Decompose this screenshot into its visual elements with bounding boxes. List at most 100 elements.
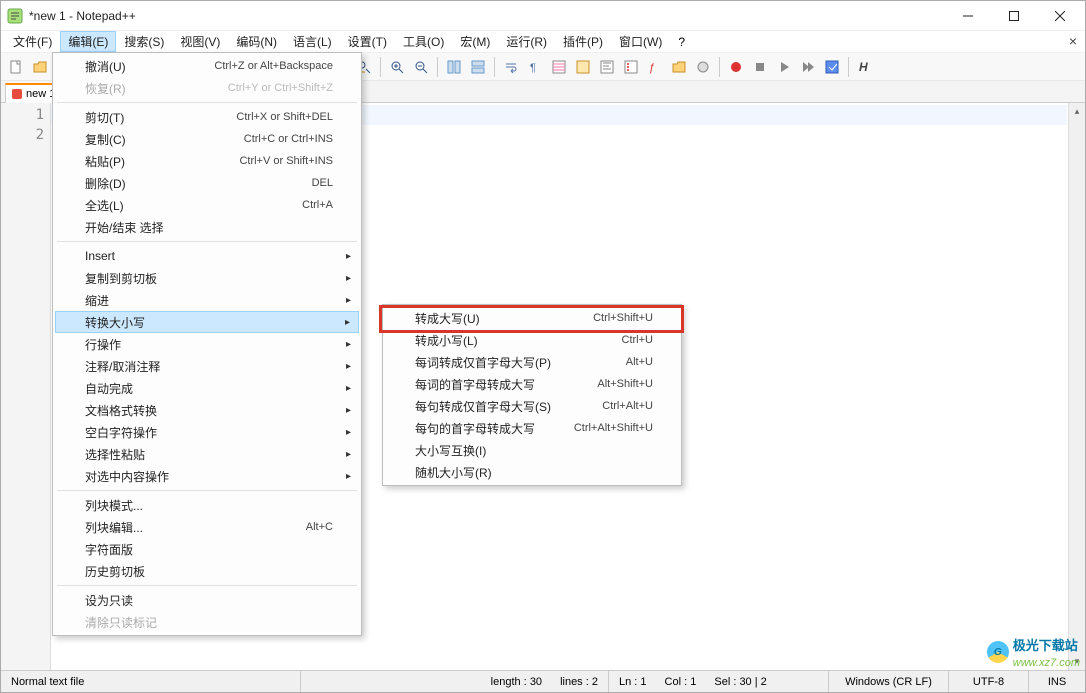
menu-item[interactable]: 转换大小写▸ — [55, 311, 359, 333]
case-conversion-submenu: 转成大写(U)Ctrl+Shift+U转成小写(L)Ctrl+U每词转成仅首字母… — [382, 304, 682, 486]
menu-run[interactable]: 运行(R) — [498, 31, 555, 52]
menu-item[interactable]: 剪切(T)Ctrl+X or Shift+DEL — [55, 106, 359, 128]
menu-macro[interactable]: 宏(M) — [452, 31, 498, 52]
menu-edit[interactable]: 编辑(E) — [60, 31, 116, 52]
func-list-icon[interactable]: ƒ — [644, 56, 666, 78]
submenu-item[interactable]: 每词的首字母转成大写Alt+Shift+U — [385, 373, 679, 395]
menu-item: 恢复(R)Ctrl+Y or Ctrl+Shift+Z — [55, 77, 359, 99]
line-number-gutter: 1 2 — [1, 103, 51, 670]
line-number: 1 — [1, 105, 44, 125]
submenu-arrow-icon: ▸ — [346, 273, 351, 284]
folder-workspace-icon[interactable] — [668, 56, 690, 78]
menu-file[interactable]: 文件(F) — [5, 31, 60, 52]
menu-item[interactable]: 开始/结束 选择 — [55, 216, 359, 238]
menu-item[interactable]: 字符面版 — [55, 538, 359, 560]
stop-macro-icon[interactable] — [749, 56, 771, 78]
record-macro-icon[interactable] — [725, 56, 747, 78]
submenu-arrow-icon: ▸ — [346, 339, 351, 350]
submenu-item[interactable]: 每句的首字母转成大写Ctrl+Alt+Shift+U — [385, 417, 679, 439]
user-lang-icon[interactable] — [572, 56, 594, 78]
maximize-button[interactable] — [991, 1, 1037, 31]
monitor-icon[interactable] — [692, 56, 714, 78]
svg-text:H: H — [859, 60, 868, 74]
menu-item[interactable]: 对选中内容操作▸ — [55, 465, 359, 487]
submenu-arrow-icon: ▸ — [346, 405, 351, 416]
submenu-item[interactable]: 每词转成仅首字母大写(P)Alt+U — [385, 351, 679, 373]
menu-search[interactable]: 搜索(S) — [116, 31, 172, 52]
status-filetype: Normal text file — [1, 671, 301, 692]
submenu-item[interactable]: 转成小写(L)Ctrl+U — [385, 329, 679, 351]
menu-item[interactable]: 注释/取消注释▸ — [55, 355, 359, 377]
menu-item[interactable]: 粘贴(P)Ctrl+V or Shift+INS — [55, 150, 359, 172]
zoom-in-icon[interactable] — [386, 56, 408, 78]
menu-item[interactable]: Insert▸ — [55, 245, 359, 267]
close-doc-button[interactable]: × — [1065, 33, 1081, 49]
watermark-logo-icon: G — [987, 641, 1009, 663]
wordwrap-icon[interactable] — [500, 56, 522, 78]
menu-item[interactable]: 空白字符操作▸ — [55, 421, 359, 443]
submenu-item[interactable]: 大小写互换(I) — [385, 439, 679, 461]
menu-item[interactable]: 自动完成▸ — [55, 377, 359, 399]
menu-item[interactable]: 复制到剪切板▸ — [55, 267, 359, 289]
menu-help[interactable]: ? — [670, 31, 693, 52]
menu-item[interactable]: 复制(C)Ctrl+C or Ctrl+INS — [55, 128, 359, 150]
submenu-arrow-icon: ▸ — [346, 471, 351, 482]
statusbar: Normal text file length : 30 lines : 2 L… — [1, 670, 1085, 692]
edit-dropdown-menu: 撤消(U)Ctrl+Z or Alt+Backspace恢复(R)Ctrl+Y … — [52, 52, 362, 636]
minimize-button[interactable] — [945, 1, 991, 31]
menu-encoding[interactable]: 编码(N) — [228, 31, 285, 52]
menu-item[interactable]: 删除(D)DEL — [55, 172, 359, 194]
menu-item[interactable]: 列块模式... — [55, 494, 359, 516]
scroll-up-icon[interactable]: ▴ — [1069, 103, 1085, 120]
menu-item[interactable]: 全选(L)Ctrl+A — [55, 194, 359, 216]
status-length-lines: length : 30 lines : 2 — [301, 671, 609, 692]
titlebar: *new 1 - Notepad++ — [1, 1, 1085, 31]
menu-item[interactable]: 选择性粘贴▸ — [55, 443, 359, 465]
submenu-item[interactable]: 随机大小写(R) — [385, 461, 679, 483]
menu-plugins[interactable]: 插件(P) — [555, 31, 611, 52]
submenu-item[interactable]: 每句转成仅首字母大写(S)Ctrl+Alt+U — [385, 395, 679, 417]
close-button[interactable] — [1037, 1, 1083, 31]
menu-view[interactable]: 视图(V) — [172, 31, 228, 52]
status-encoding[interactable]: UTF-8 — [949, 671, 1029, 692]
submenu-arrow-icon: ▸ — [346, 449, 351, 460]
menu-settings[interactable]: 设置(T) — [340, 31, 395, 52]
menu-item[interactable]: 设为只读 — [55, 589, 359, 611]
save-macro-icon[interactable] — [821, 56, 843, 78]
menu-language[interactable]: 语言(L) — [285, 31, 340, 52]
menu-item[interactable]: 列块编辑...Alt+C — [55, 516, 359, 538]
menu-tools[interactable]: 工具(O) — [395, 31, 452, 52]
menu-item[interactable]: 历史剪切板 — [55, 560, 359, 582]
watermark-brand: 极光下载站 — [1013, 638, 1078, 653]
menu-window[interactable]: 窗口(W) — [611, 31, 670, 52]
menu-item: 清除只读标记 — [55, 611, 359, 633]
menu-item[interactable]: 文档格式转换▸ — [55, 399, 359, 421]
svg-text:ƒ: ƒ — [649, 62, 655, 74]
sync-v-icon[interactable] — [443, 56, 465, 78]
menu-item[interactable]: 缩进▸ — [55, 289, 359, 311]
menu-item[interactable]: 撤消(U)Ctrl+Z or Alt+Backspace — [55, 55, 359, 77]
status-cursor: Ln : 1 Col : 1 Sel : 30 | 2 — [609, 671, 829, 692]
play-multi-icon[interactable] — [797, 56, 819, 78]
menubar: 文件(F) 编辑(E) 搜索(S) 视图(V) 编码(N) 语言(L) 设置(T… — [1, 31, 1085, 53]
unsaved-indicator-icon — [12, 89, 22, 99]
indent-guide-icon[interactable] — [548, 56, 570, 78]
status-insert-mode[interactable]: INS — [1029, 671, 1085, 692]
status-eol[interactable]: Windows (CR LF) — [829, 671, 949, 692]
submenu-arrow-icon: ▸ — [346, 251, 351, 262]
play-macro-icon[interactable] — [773, 56, 795, 78]
tab-label: new 1 — [26, 88, 55, 100]
doc-map-icon[interactable] — [596, 56, 618, 78]
menu-item[interactable]: 行操作▸ — [55, 333, 359, 355]
app-icon — [7, 8, 23, 24]
submenu-item[interactable]: 转成大写(U)Ctrl+Shift+U — [385, 307, 679, 329]
doc-list-icon[interactable] — [620, 56, 642, 78]
show-all-chars-icon[interactable]: ¶ — [524, 56, 546, 78]
vertical-scrollbar[interactable]: ▴ ▾ — [1068, 103, 1085, 670]
open-file-icon[interactable] — [29, 56, 51, 78]
submenu-arrow-icon: ▸ — [346, 427, 351, 438]
sync-h-icon[interactable] — [467, 56, 489, 78]
spellcheck-icon[interactable]: H — [854, 56, 876, 78]
zoom-out-icon[interactable] — [410, 56, 432, 78]
new-file-icon[interactable] — [5, 56, 27, 78]
